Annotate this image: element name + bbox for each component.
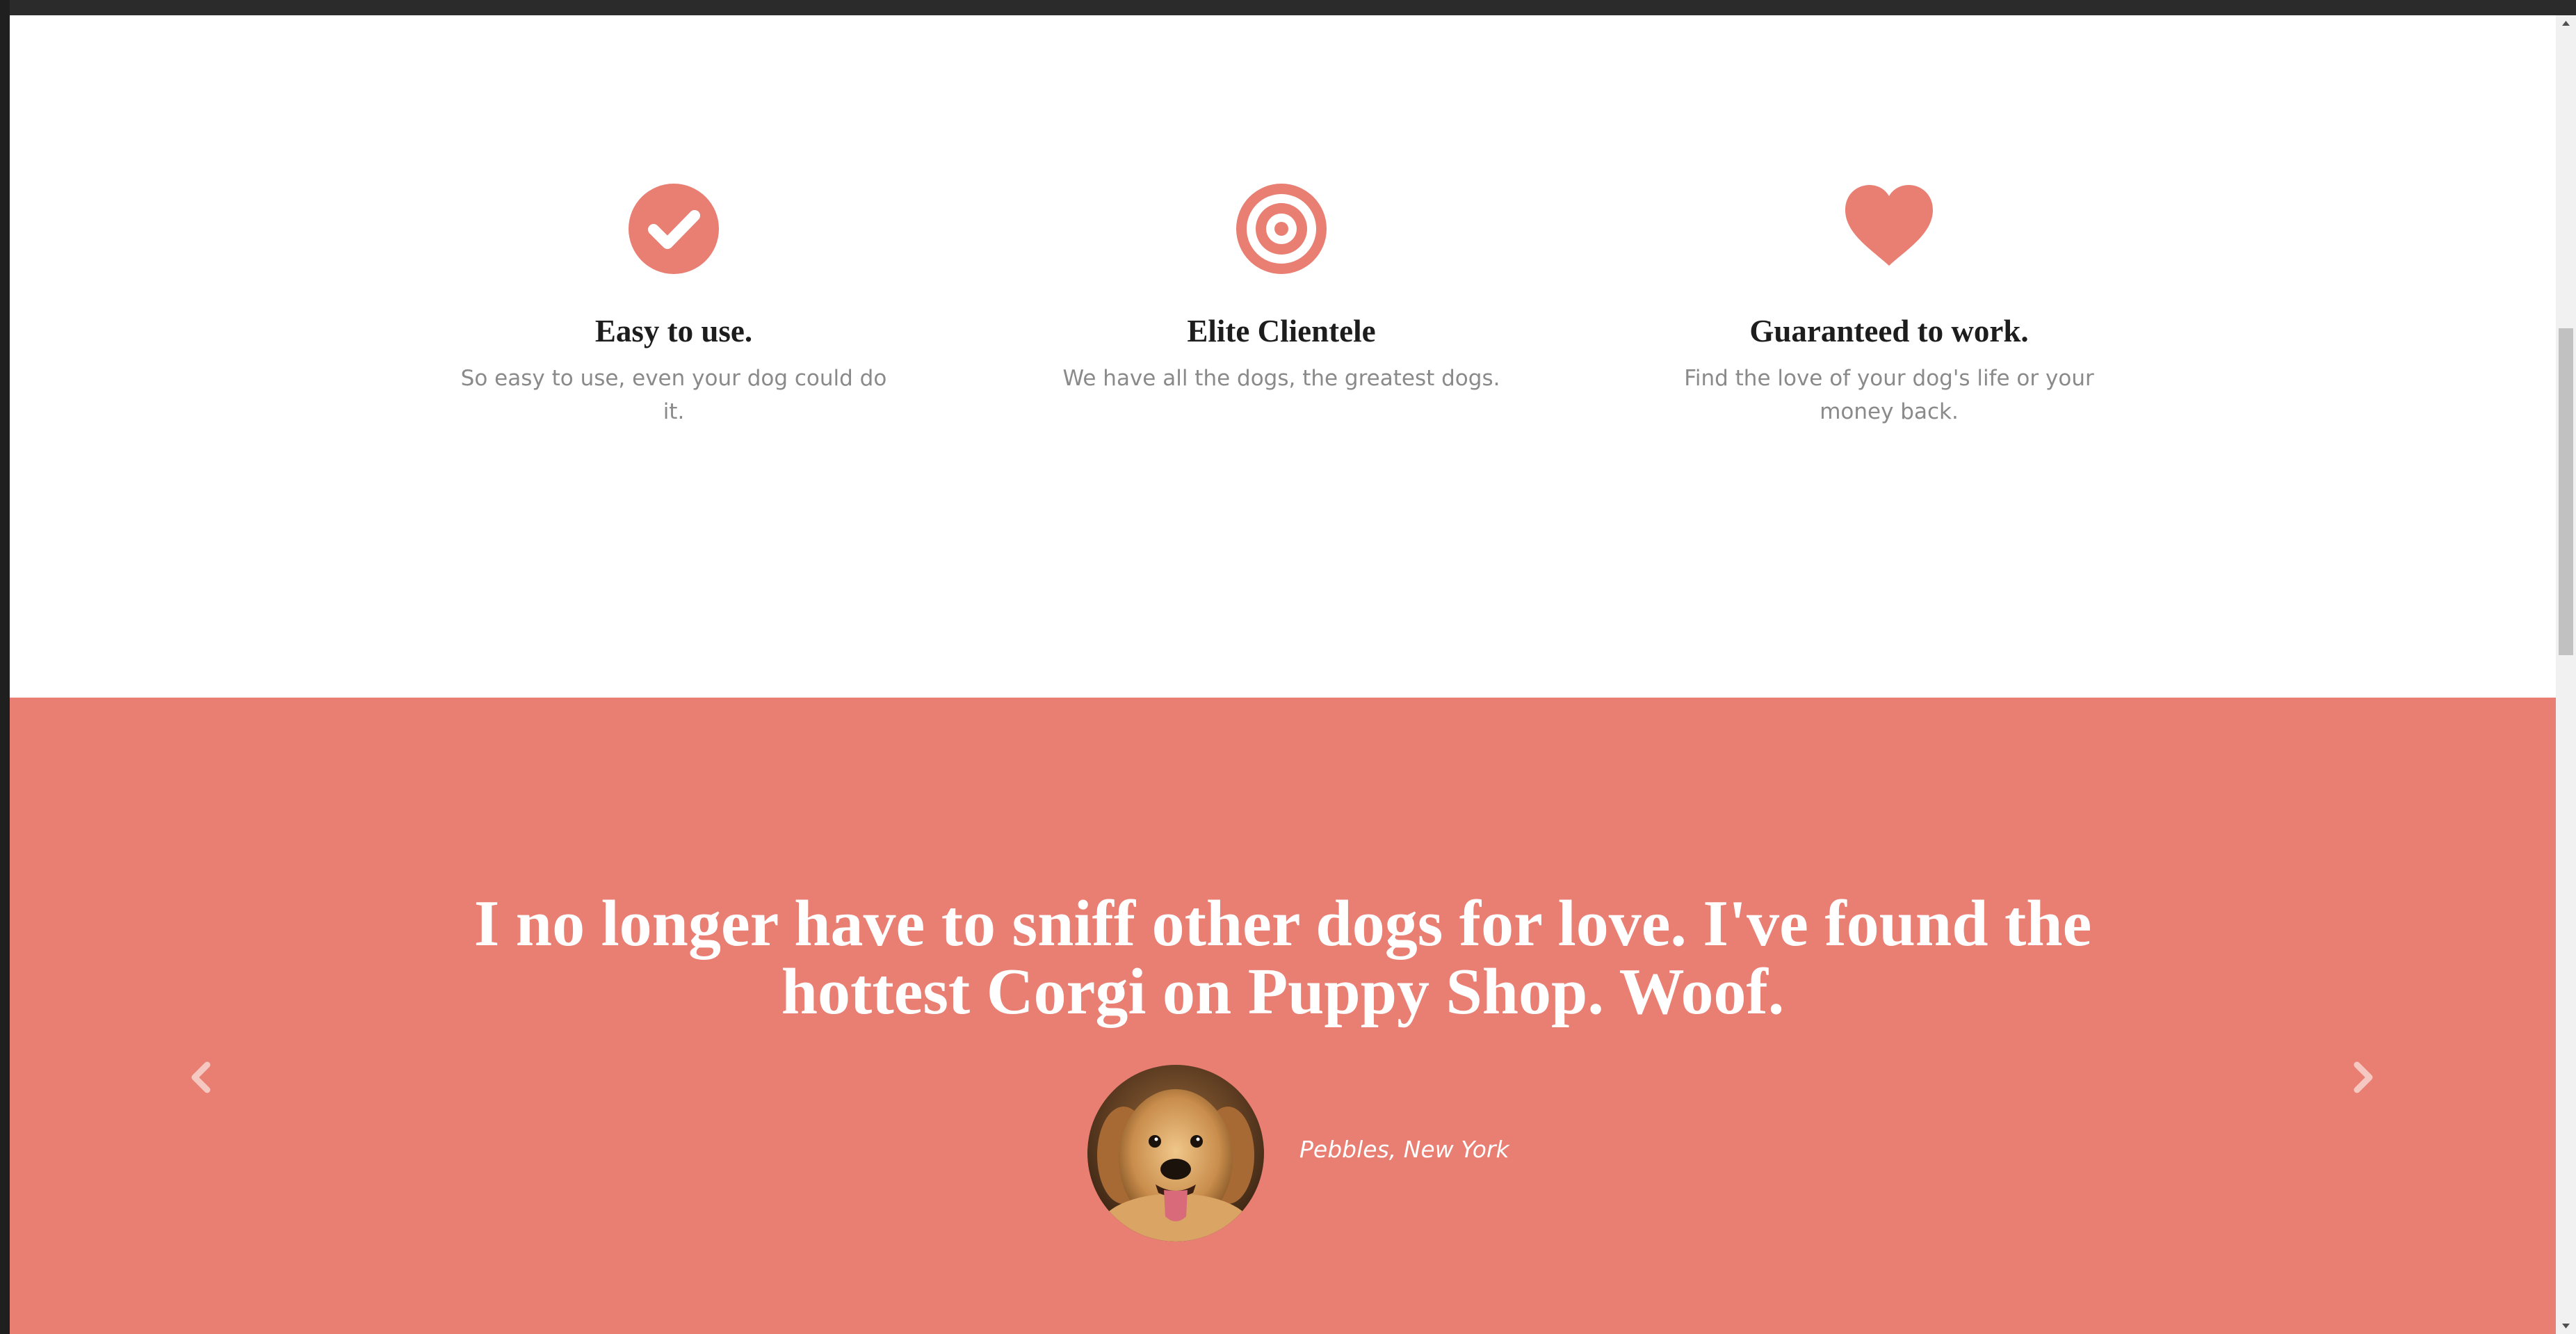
- scrollbar-thumb[interactable]: [2559, 328, 2573, 655]
- browser-top-bar: [0, 0, 2576, 15]
- scroll-down-arrow-icon[interactable]: [2556, 1317, 2576, 1334]
- testimonial-quote: I no longer have to sniff other dogs for…: [473, 887, 2092, 1028]
- chevron-right-icon[interactable]: [2342, 1056, 2383, 1098]
- golden-retriever-icon: [1087, 1065, 1264, 1241]
- scroll-up-arrow-icon[interactable]: [2556, 15, 2576, 32]
- testimonial-carousel: I no longer have to sniff other dogs for…: [10, 698, 2556, 1334]
- chevron-left-icon[interactable]: [181, 1056, 222, 1098]
- heart-icon: [1845, 185, 1933, 266]
- feature-description: Find the love of your dog's life or your…: [1684, 366, 2094, 424]
- target-icon: [1236, 184, 1327, 274]
- feature-title: Guaranteed to work.: [1749, 314, 2029, 348]
- check-circle-icon: [629, 184, 719, 274]
- feature-description: We have all the dogs, the greatest dogs.: [1062, 366, 1500, 391]
- feature-description: So easy to use, even your dog could do i…: [460, 366, 887, 424]
- testimonial-author: Pebbles, New York: [1299, 1136, 1509, 1163]
- dog-avatar: [1087, 1065, 1264, 1241]
- page-viewport: Easy to use. So easy to use, even your d…: [10, 15, 2556, 1334]
- feature-title: Easy to use.: [594, 314, 753, 348]
- features-section: Easy to use. So easy to use, even your d…: [10, 15, 2556, 698]
- vertical-scrollbar[interactable]: [2556, 15, 2576, 1334]
- window-left-edge: [0, 0, 10, 1334]
- feature-title: Elite Clientele: [1187, 314, 1376, 348]
